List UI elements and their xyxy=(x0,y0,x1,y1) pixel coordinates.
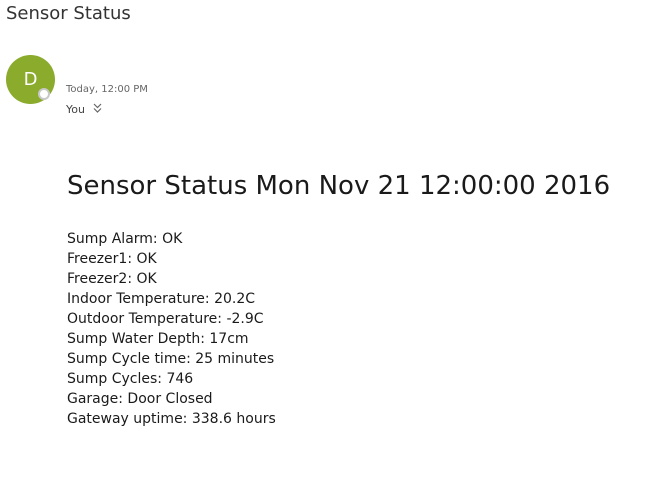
status-line-sump-water-depth: Sump Water Depth: 17cm xyxy=(67,331,249,347)
status-line-freezer2: Freezer2: OK xyxy=(67,271,157,287)
message-heading: Sensor Status Mon Nov 21 12:00:00 2016 xyxy=(67,171,611,201)
sender-name[interactable]: * * * * * * xyxy=(66,60,162,74)
email-subject: Sensor Status xyxy=(6,3,131,24)
status-line-sump-alarm: Sump Alarm: OK xyxy=(67,231,183,247)
double-chevron-down-icon[interactable] xyxy=(93,103,102,116)
email-timestamp: Today, 12:00 PM xyxy=(66,84,148,95)
status-line-sump-cycles: Sump Cycles: 746 xyxy=(67,371,194,387)
sensor-status-list: Sump Alarm: OK Freezer1: OK Freezer2: OK… xyxy=(67,229,276,429)
status-line-gateway-uptime: Gateway uptime: 338.6 hours xyxy=(67,411,276,427)
status-line-garage: Garage: Door Closed xyxy=(67,391,213,407)
recipient-row: You xyxy=(66,103,102,116)
status-line-freezer1: Freezer1: OK xyxy=(67,251,157,267)
status-line-outdoor-temperature: Outdoor Temperature: -2.9C xyxy=(67,311,264,327)
recipient-label[interactable]: You xyxy=(66,103,85,116)
status-line-sump-cycle-time: Sump Cycle time: 25 minutes xyxy=(67,351,275,367)
presence-status-icon xyxy=(38,88,50,100)
status-line-indoor-temperature: Indoor Temperature: 20.2C xyxy=(67,291,256,307)
avatar-initial: D xyxy=(23,69,38,90)
